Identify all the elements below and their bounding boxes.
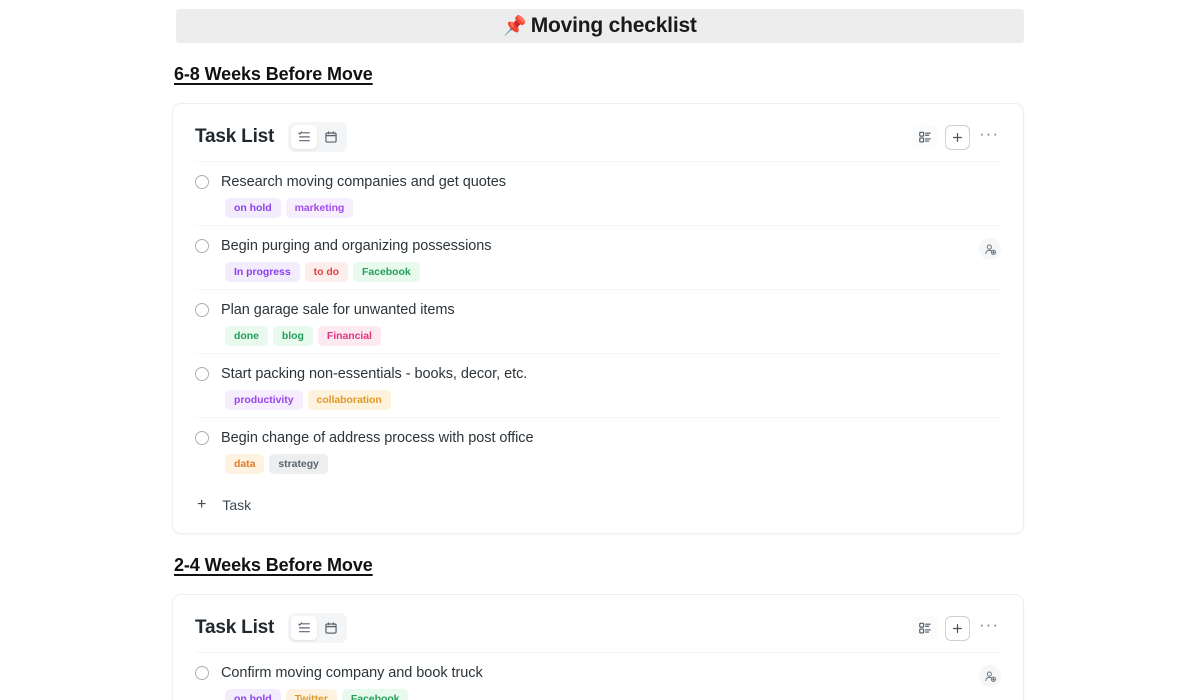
section-heading: 6-8 Weeks Before Move	[174, 64, 373, 84]
task-tag-row: productivity collaboration	[225, 390, 1001, 410]
add-item-button[interactable]	[945, 124, 971, 150]
task-checkbox[interactable]	[195, 175, 209, 189]
task-title: Research moving companies and get quotes	[221, 174, 506, 190]
task-tag[interactable]: on hold	[225, 198, 281, 218]
card-header-left: Task List	[195, 613, 348, 643]
task-row-main: Confirm moving company and book truck	[195, 665, 1001, 681]
card-header: Task List ···	[195, 122, 1001, 152]
task-list-card: Task List ··· Confirm moving company and b…	[172, 594, 1024, 700]
task-tag[interactable]: productivity	[225, 390, 303, 410]
layout-grid-icon[interactable]	[912, 616, 939, 640]
task-tag[interactable]: In progress	[225, 262, 300, 282]
card-title: Task List	[195, 126, 275, 147]
task-title: Plan garage sale for unwanted items	[221, 302, 455, 318]
more-options-icon[interactable]: ···	[977, 616, 1001, 636]
task-tag-row: on hold marketing	[225, 198, 1001, 218]
task-checkbox[interactable]	[195, 431, 209, 445]
add-task-label: Task	[222, 497, 252, 513]
task-checkbox[interactable]	[195, 367, 209, 381]
pushpin-icon: 📌	[503, 15, 527, 37]
view-toggle-calendar[interactable]	[318, 616, 344, 640]
checklist-section: 2-4 Weeks Before Move Task List ··· Confirm…	[172, 555, 1024, 700]
task-row-main: Research moving companies and get quotes	[195, 174, 1001, 190]
more-options-icon[interactable]: ···	[977, 125, 1001, 145]
layout-grid-icon[interactable]	[912, 125, 939, 149]
task-tag[interactable]: Twitter	[285, 689, 337, 700]
task-tag[interactable]: marketing	[285, 198, 354, 218]
sections-host: 6-8 Weeks Before Move Task List ··· Researc…	[172, 64, 1024, 700]
checklist-section: 6-8 Weeks Before Move Task List ··· Researc…	[172, 64, 1024, 534]
task-tag[interactable]: Facebook	[341, 689, 409, 700]
card-header-right: ···	[912, 615, 1001, 641]
plus-icon: +	[197, 496, 207, 513]
view-toggle-list[interactable]	[291, 616, 318, 640]
task-checkbox[interactable]	[195, 666, 209, 680]
page-title: 📌 Moving checklist	[503, 14, 697, 38]
task-title: Confirm moving company and book truck	[221, 665, 483, 681]
task-tag[interactable]: Financial	[317, 326, 381, 346]
card-header: Task List ···	[195, 613, 1001, 643]
task-row: Begin change of address process with pos…	[195, 417, 1001, 481]
section-heading: 2-4 Weeks Before Move	[174, 555, 373, 575]
page-root: 📌 Moving checklist 6-8 Weeks Before Move…	[0, 0, 1200, 700]
task-row: Begin purging and organizing possessions…	[195, 225, 1001, 289]
assignee-icon[interactable]	[979, 238, 1001, 260]
card-title: Task List	[195, 617, 275, 638]
assignee-icon[interactable]	[979, 665, 1001, 687]
page-title-text: Moving checklist	[530, 14, 697, 37]
task-title: Begin change of address process with pos…	[221, 430, 534, 446]
task-tag[interactable]: on hold	[225, 689, 281, 700]
content-column: 📌 Moving checklist 6-8 Weeks Before Move…	[172, 0, 1024, 700]
task-row: Confirm moving company and book truck on …	[195, 652, 1001, 700]
task-title: Start packing non-essentials - books, de…	[221, 366, 528, 382]
task-tag-row: done blog Financial	[225, 326, 1001, 346]
add-task-button[interactable]: + Task	[195, 481, 1001, 519]
add-item-button[interactable]	[945, 615, 971, 641]
task-row-main: Start packing non-essentials - books, de…	[195, 366, 1001, 382]
page-title-bar: 📌 Moving checklist	[176, 9, 1024, 43]
view-toggle-group	[288, 613, 348, 643]
view-toggle-group	[288, 122, 348, 152]
task-row: Research moving companies and get quotes…	[195, 161, 1001, 225]
task-tag[interactable]: strategy	[269, 454, 328, 474]
task-tag-row: In progress to do Facebook	[225, 262, 1001, 282]
task-tag-row: data strategy	[225, 454, 1001, 474]
task-row-main: Begin change of address process with pos…	[195, 430, 1001, 446]
card-header-right: ···	[912, 124, 1001, 150]
card-header-left: Task List	[195, 122, 348, 152]
task-row: Plan garage sale for unwanted items done b…	[195, 289, 1001, 353]
task-tag-row: on hold Twitter Facebook	[225, 689, 1001, 700]
task-checkbox[interactable]	[195, 303, 209, 317]
task-tag[interactable]: collaboration	[307, 390, 391, 410]
task-tag[interactable]: blog	[272, 326, 313, 346]
view-toggle-calendar[interactable]	[318, 125, 344, 149]
task-checkbox[interactable]	[195, 239, 209, 253]
task-tag[interactable]: to do	[304, 262, 349, 282]
task-list-card: Task List ··· Research moving companies an…	[172, 103, 1024, 534]
task-row-main: Begin purging and organizing possessions	[195, 238, 1001, 254]
task-tag[interactable]: Facebook	[353, 262, 420, 282]
task-row: Start packing non-essentials - books, de…	[195, 353, 1001, 417]
task-title: Begin purging and organizing possessions	[221, 238, 492, 254]
view-toggle-list[interactable]	[291, 125, 318, 149]
task-row-main: Plan garage sale for unwanted items	[195, 302, 1001, 318]
task-tag[interactable]: done	[225, 326, 268, 346]
task-tag[interactable]: data	[225, 454, 265, 474]
